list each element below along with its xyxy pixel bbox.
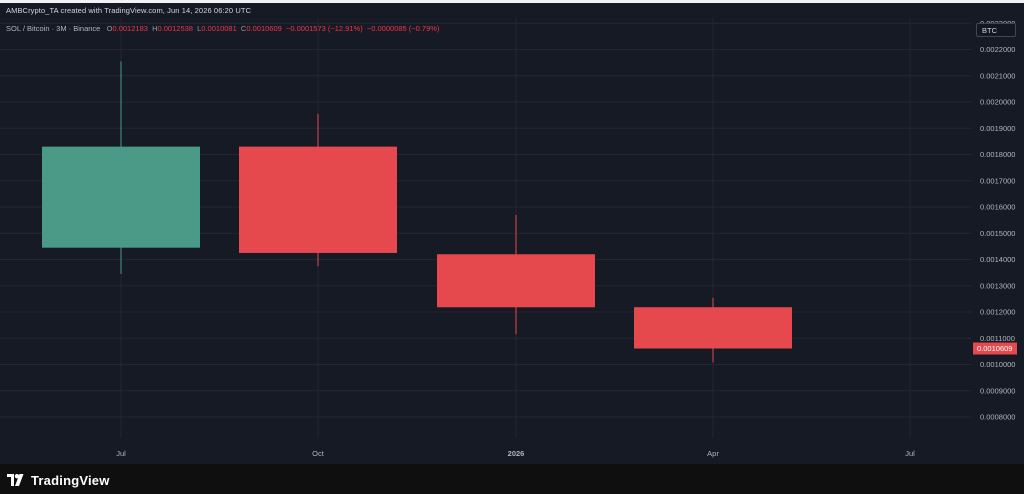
price-tick-label: 0.0010000 [980,360,1015,369]
brand-name: TradingView [31,473,110,488]
last-price-label: 0.0010609 [977,344,1012,353]
tradingview-logo-icon [7,474,24,486]
low-value: 0.0010081 [201,24,237,33]
price-tick-label: 0.0013000 [980,281,1015,290]
price-tick-label: 0.0021000 [980,71,1015,80]
price-axis: 0.00080000.00090000.00100000.00110000.00… [973,19,1017,422]
candle-body-up[interactable] [42,146,200,248]
close-value: 0.0010609 [246,24,282,33]
price-tick-label: 0.0015000 [980,229,1015,238]
price-tick-label: 0.0009000 [980,386,1015,395]
price-tick-label: 0.0018000 [980,150,1015,159]
price-tick-label: 0.0019000 [980,124,1015,133]
price-tick-label: 0.0012000 [980,308,1015,317]
candle-body-down[interactable] [437,254,595,308]
time-tick-label: 2026 [508,449,525,458]
open-value: 0.0012183 [112,24,148,33]
candle-body-down[interactable] [239,146,397,253]
price-tick-label: 0.0008000 [980,413,1015,422]
candle-body-down[interactable] [634,307,792,349]
symbol-label[interactable]: SOL / Bitcoin · 3M · Binance [6,24,100,33]
time-axis: Jul Oct 2026 Apr Jul [116,449,915,458]
time-tick-label: Apr [707,449,719,458]
price-tick-label: 0.0011000 [980,334,1015,343]
change-secondary-value: −0.0000085 (−0.79%) [366,24,440,33]
change-value: −0.0001573 (−12.91%) [285,24,363,33]
currency-button[interactable]: BTC [976,23,1016,37]
price-tick-label: 0.0016000 [980,203,1015,212]
high-value: 0.0012538 [157,24,193,33]
brand-bar [0,464,1024,494]
time-tick-label: Oct [312,449,325,458]
time-tick-label: Jul [116,449,126,458]
time-tick-label: Jul [905,449,915,458]
price-tick-label: 0.0020000 [980,98,1015,107]
price-tick-label: 0.0014000 [980,255,1015,264]
price-tick-label: 0.0022000 [980,45,1015,54]
chart-credit: AMBCrypto_TA created with TradingView.co… [6,6,252,15]
ohlc-legend: SOL / Bitcoin · 3M · Binance O0.0012183 … [6,24,439,33]
price-tick-label: 0.0017000 [980,176,1015,185]
chart-canvas[interactable]: 0.00080000.00090000.00100000.00110000.00… [0,0,1024,464]
candles [42,61,792,363]
